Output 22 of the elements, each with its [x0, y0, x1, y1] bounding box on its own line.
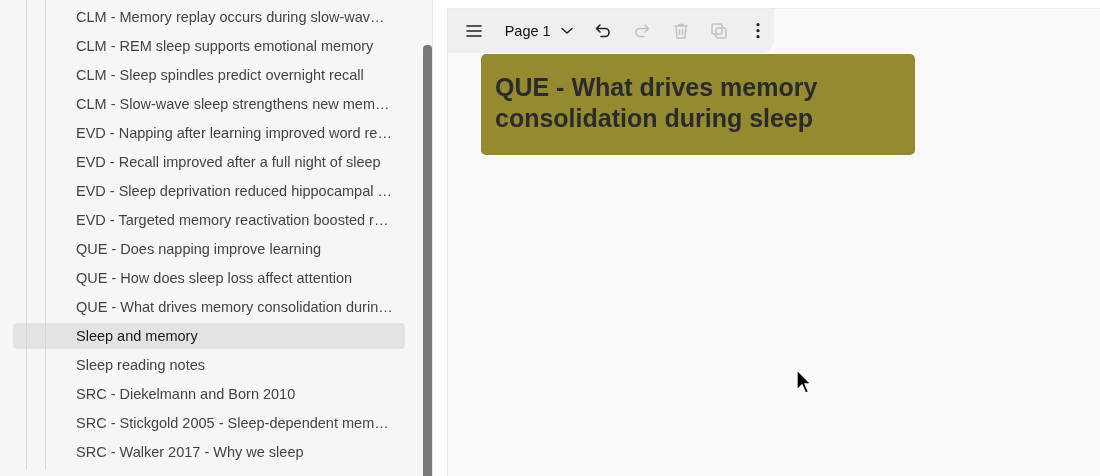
card-title: QUE - What drives memory consolidation during sleep [495, 72, 819, 134]
scrollbar[interactable] [423, 45, 432, 476]
sidebar-item[interactable]: Sleep reading notes [13, 352, 405, 378]
sidebar-item[interactable]: Sleep and memory [13, 323, 405, 349]
sidebar-item[interactable]: CLM - Slow-wave sleep strengthens new mem… [13, 91, 405, 117]
sidebar-item[interactable]: EVD - Sleep deprivation reduced hippocampal … [13, 178, 405, 204]
sidebar-item[interactable]: SRC - Stickgold 2005 - Sleep-dependent mem… [13, 410, 405, 436]
sidebar-item[interactable]: SRC - Diekelmann and Born 2010 [13, 381, 405, 407]
sidebar-item[interactable]: SRC - Walker 2017 - Why we sleep [13, 439, 405, 465]
page-dropdown[interactable]: Page 1 [496, 15, 581, 47]
sidebar-item[interactable]: QUE - Does napping improve learning [13, 236, 405, 262]
sidebar-item[interactable]: CLM - Sleep spindles predict overnight recall [13, 62, 405, 88]
sidebar-item[interactable]: EVD - Targeted memory reactivation boosted r… [13, 207, 405, 233]
sidebar-item[interactable]: QUE - What drives memory consolidation durin… [13, 294, 405, 320]
sidebar-item[interactable]: EVD - Napping after learning improved word re… [13, 120, 405, 146]
sidebar-item[interactable]: QUE - How does sleep loss affect attention [13, 265, 405, 291]
sidebar-item[interactable]: CLM - Memory replay occurs during slow-wav… [13, 4, 405, 30]
chevron-down-icon [560, 27, 573, 35]
sidebar-item[interactable]: CLM - REM sleep supports emotional memory [13, 33, 405, 59]
sidebar-item[interactable]: EVD - Recall improved after a full night of sleep [13, 149, 405, 175]
note-card[interactable]: QUE - What drives memory consolidation during sleep [481, 54, 915, 155]
cursor-icon [796, 369, 812, 395]
